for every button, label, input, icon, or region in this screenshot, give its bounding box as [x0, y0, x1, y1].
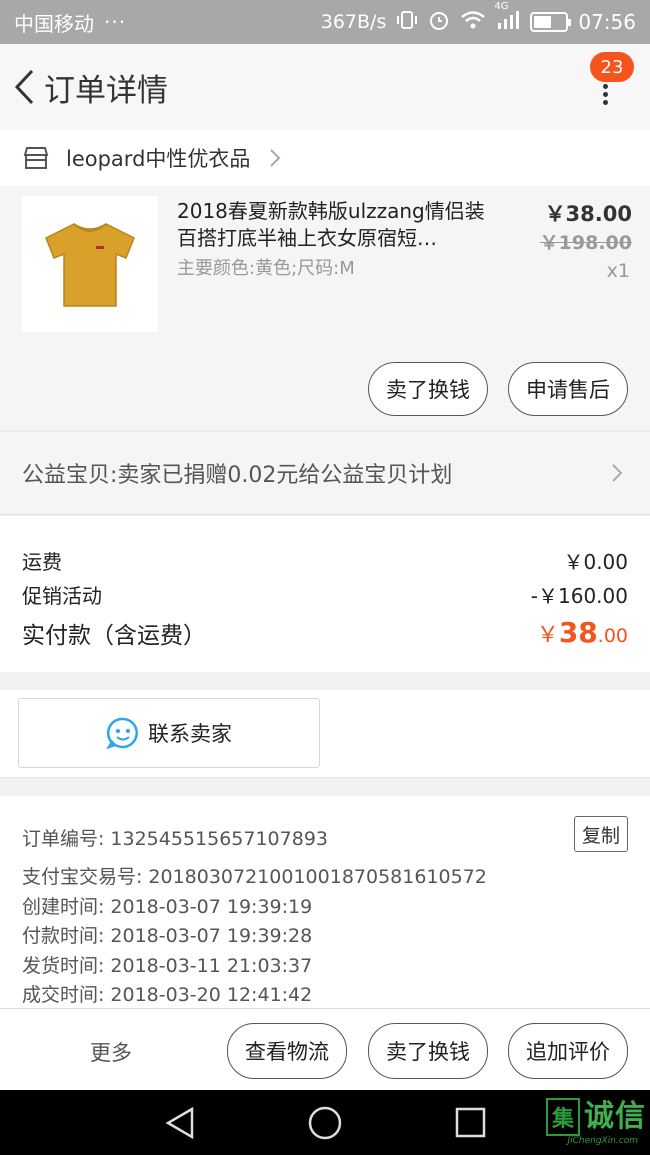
- info-label: 创建时间:: [22, 896, 105, 918]
- more-link[interactable]: 更多: [90, 1037, 132, 1067]
- promo-row: 促销活动 -￥160.00: [22, 580, 628, 609]
- watermark-logo: 集 诚信: [546, 1098, 646, 1136]
- more-dots-icon: [602, 84, 608, 89]
- order-number-row: 订单编号: 132545515657107893: [22, 824, 328, 851]
- chat-smile-icon: [106, 717, 138, 750]
- contact-seller-label: 联系卖家: [148, 722, 232, 746]
- promo-label: 促销活动: [22, 584, 102, 608]
- total-value: ￥38.00: [537, 616, 628, 650]
- watermark-text: 诚信: [584, 1099, 646, 1134]
- completed-time: 2018-03-20 12:41:42: [110, 984, 313, 1006]
- tshirt-image: [45, 223, 135, 307]
- shipped-time-row: 发货时间: 2018-03-11 21:03:37: [22, 951, 312, 978]
- view-logistics-button[interactable]: 查看物流: [227, 1023, 347, 1079]
- shipped-time: 2018-03-11 21:03:37: [110, 955, 313, 977]
- copy-button[interactable]: 复制: [574, 816, 628, 852]
- shop-icon: [23, 147, 49, 169]
- nav-bar: 订单详情 23: [0, 44, 650, 130]
- battery-icon: [530, 12, 572, 32]
- charity-row[interactable]: 公益宝贝:卖家已捐赠0.02元给公益宝贝计划: [0, 431, 650, 515]
- nav-recents-icon[interactable]: [455, 1106, 487, 1144]
- back-button[interactable]: [4, 44, 44, 130]
- shop-row[interactable]: leopard中性优衣品: [0, 130, 650, 186]
- status-right: 367B/s 4G 07:56: [320, 1, 636, 36]
- info-label: 成交时间:: [22, 984, 105, 1006]
- created-time: 2018-03-07 19:39:19: [110, 896, 313, 918]
- contact-seller-button[interactable]: 联系卖家: [18, 698, 320, 768]
- watermark-mark: 集: [546, 1098, 580, 1136]
- paid-time-row: 付款时间: 2018-03-07 19:39:28: [22, 921, 312, 948]
- notification-dots: ···: [104, 10, 127, 34]
- product-price: ￥38.00: [544, 202, 632, 226]
- watermark-subtext: JiChengXin.com: [567, 1136, 638, 1146]
- carrier-name: 中国移动: [14, 11, 94, 36]
- contact-section: 联系卖家: [0, 690, 650, 778]
- vibrate-icon: [396, 9, 418, 36]
- total-decimal: .00: [597, 625, 628, 647]
- product-quantity: x1: [606, 260, 630, 282]
- fee-summary: 运费 ￥0.00 促销活动 -￥160.00 实付款（含运费） ￥38.00: [0, 516, 650, 672]
- shipping-row: 运费 ￥0.00: [22, 546, 628, 575]
- info-label: 支付宝交易号:: [22, 866, 143, 888]
- status-bar: 中国移动 ··· 367B/s 4G 07:56: [0, 0, 650, 44]
- more-menu-button[interactable]: [590, 84, 620, 114]
- net-speed: 367B/s: [320, 11, 387, 33]
- product-spec: 主要颜色:黄色;尺码:M: [177, 258, 355, 279]
- total-row: 实付款（含运费） ￥38.00: [22, 616, 628, 650]
- alipay-number-row: 支付宝交易号: 2018030721001001870581610572: [22, 862, 487, 889]
- paid-time: 2018-03-07 19:39:28: [110, 925, 313, 947]
- nav-home-icon[interactable]: [307, 1106, 343, 1146]
- signal-icon: 4G: [494, 1, 520, 36]
- chevron-right-icon: [268, 147, 282, 169]
- shipping-value: ￥0.00: [563, 550, 628, 574]
- action-bar: 更多 查看物流 卖了换钱 追加评价: [0, 1008, 650, 1090]
- sell-button[interactable]: 卖了换钱: [368, 362, 488, 416]
- alipay-number: 2018030721001001870581610572: [148, 866, 487, 888]
- order-info: 订单编号: 132545515657107893 复制 支付宝交易号: 201803…: [0, 796, 650, 1008]
- wifi-icon: [460, 9, 486, 36]
- product-original-price: ￥198.00: [539, 232, 632, 254]
- after-sales-button[interactable]: 申请售后: [508, 362, 628, 416]
- product-name: 2018春夏新款韩版ulzzang情侣装百搭打底半袖上衣女原宿短…: [177, 199, 485, 250]
- info-label: 发货时间:: [22, 955, 105, 977]
- charity-text: 公益宝贝:卖家已捐赠0.02元给公益宝贝计划: [22, 463, 453, 488]
- order-number: 132545515657107893: [110, 828, 328, 850]
- total-currency: ￥: [536, 623, 559, 648]
- product-card[interactable]: 2018春夏新款韩版ulzzang情侣装百搭打底半袖上衣女原宿短… 主要颜色:黄…: [0, 186, 650, 430]
- completed-time-row: 成交时间: 2018-03-20 12:41:42: [22, 980, 312, 1007]
- total-label: 实付款（含运费）: [22, 623, 206, 649]
- info-label: 付款时间:: [22, 925, 105, 947]
- network-type: 4G: [494, 0, 509, 12]
- chevron-right-icon: [610, 462, 624, 488]
- product-image[interactable]: [22, 196, 158, 332]
- sell-button[interactable]: 卖了换钱: [368, 1023, 488, 1079]
- info-label: 订单编号:: [22, 828, 105, 850]
- total-integer: 38: [558, 616, 598, 649]
- alarm-icon: [428, 9, 450, 36]
- clock: 07:56: [578, 10, 636, 34]
- chevron-left-icon: [14, 69, 34, 105]
- created-time-row: 创建时间: 2018-03-07 19:39:19: [22, 892, 312, 919]
- shipping-label: 运费: [22, 550, 62, 574]
- add-review-button[interactable]: 追加评价: [508, 1023, 628, 1079]
- shop-name: leopard中性优衣品: [66, 147, 251, 171]
- promo-value: -￥160.00: [530, 584, 628, 608]
- nav-back-icon[interactable]: [164, 1106, 196, 1144]
- page-title: 订单详情: [44, 72, 168, 109]
- message-badge: 23: [590, 52, 634, 82]
- system-nav-bar: 集 诚信 JiChengXin.com: [0, 1090, 650, 1155]
